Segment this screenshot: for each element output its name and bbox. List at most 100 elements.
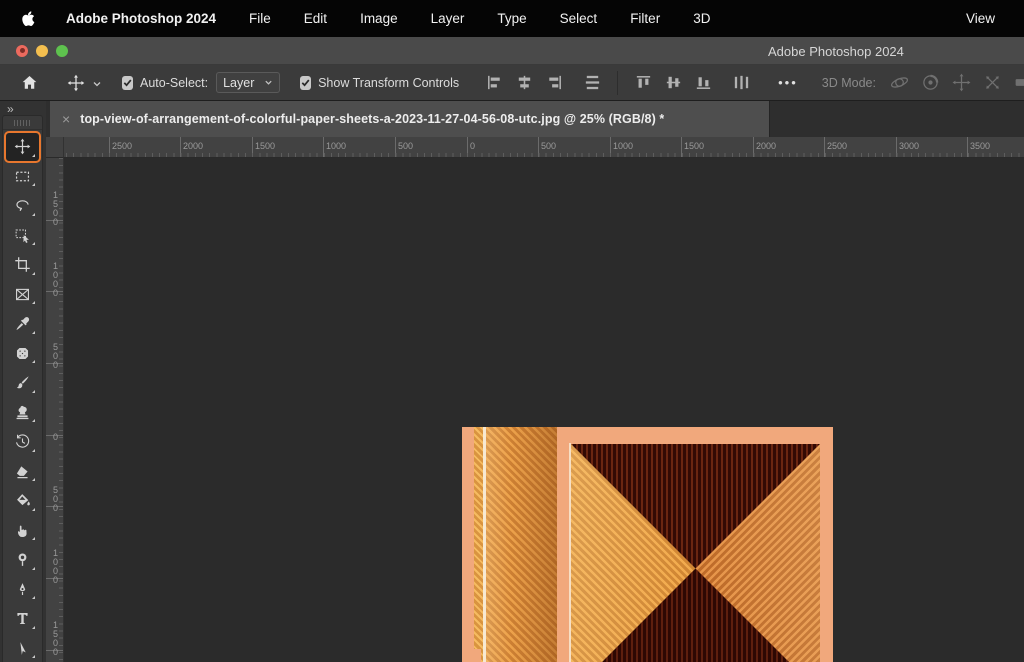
ruler-major-tick [180,137,181,157]
tool-panel-grip[interactable] [3,116,42,130]
tab-close-icon[interactable]: × [62,112,70,126]
ruler-label: 2000 [183,141,203,151]
menu-items-right: View [933,11,1024,26]
vertical-ruler[interactable]: 2 0 0 01 5 0 01 0 0 05 0 005 0 01 0 0 01… [46,158,64,662]
ruler-major-tick [109,137,110,157]
move-tool[interactable] [5,132,40,162]
more-options-button[interactable]: ••• [778,75,798,90]
menu-item-3d[interactable]: 3D [693,11,710,26]
3d-orbit-icon [887,72,911,94]
pen-tool[interactable] [5,575,40,605]
type-tool[interactable] [5,604,40,634]
3d-dolly-icon [1011,72,1024,94]
ruler-label: 500 [541,141,556,151]
ruler-label: 5 0 0 [51,343,60,370]
menu-app-title[interactable]: Adobe Photoshop 2024 [66,11,216,26]
distribute-horizontal-centers-icon[interactable] [730,73,752,93]
title-bar: Adobe Photoshop 2024 [0,37,1024,65]
brush-tool[interactable] [5,368,40,398]
canvas-area[interactable] [64,158,1024,662]
artwork-bottom-peach-strip [462,649,481,662]
ruler-label: 0 [51,433,60,442]
auto-select-dropdown[interactable]: Layer [216,72,280,93]
crop-tool[interactable] [5,250,40,280]
ruler-label: 1000 [613,141,633,151]
auto-select-label: Auto-Select: [140,76,208,90]
show-transform-checkbox[interactable] [300,76,311,90]
apple-logo-icon[interactable] [21,10,36,28]
tool-column: » [0,101,46,662]
menu-item-filter[interactable]: Filter [630,11,660,26]
horizontal-ruler[interactable]: 2500200015001000500050010001500200025003… [64,137,1024,158]
window-title: Adobe Photoshop 2024 [768,37,904,65]
menu-item-type[interactable]: Type [497,11,526,26]
menu-item-view[interactable]: View [966,11,995,26]
tools-list [3,130,42,662]
smudge-tool[interactable] [5,516,40,546]
3d-pan-icon [949,72,973,94]
eyedropper-tool[interactable] [5,309,40,339]
ruler-label: 1 0 0 0 [51,549,60,585]
ruler-major-tick [395,137,396,157]
auto-select-checkbox[interactable] [122,76,133,90]
menu-item-file[interactable]: File [249,11,271,26]
zoom-window-button[interactable] [56,45,68,57]
toolbar-collapse-control[interactable]: » [7,102,12,116]
auto-select-value: Layer [223,76,254,90]
lasso-tool[interactable] [5,191,40,221]
show-transform-label: Show Transform Controls [318,76,459,90]
paint-bucket-tool[interactable] [5,486,40,516]
chevron-down-icon [264,78,273,87]
align-horizontal-centers-icon[interactable] [513,73,535,93]
ruler-major-tick [896,137,897,157]
ruler-corner [46,137,64,158]
ruler-major-tick [610,137,611,157]
ruler-label: 1000 [326,141,346,151]
document-tab-bar: × top-view-of-arrangement-of-colorful-pa… [46,101,1024,137]
marquee-tool[interactable] [5,162,40,192]
ruler-major-tick [467,137,468,157]
menu-item-image[interactable]: Image [360,11,398,26]
align-bottom-edges-icon[interactable] [692,73,714,93]
spot-healing-tool[interactable] [5,339,40,369]
minimize-window-button[interactable] [36,45,48,57]
ruler-label: 3500 [970,141,990,151]
distribute-vertical-centers-icon[interactable] [581,73,603,93]
document-tab[interactable]: × top-view-of-arrangement-of-colorful-pa… [50,101,770,137]
artwork-left-peach-strip [462,427,474,662]
dodge-tool[interactable] [5,545,40,575]
align-top-edges-icon[interactable] [632,73,654,93]
menu-item-edit[interactable]: Edit [304,11,327,26]
align-left-edges-icon[interactable] [483,73,505,93]
ruler-major-tick [753,137,754,157]
object-selection-tool[interactable] [5,221,40,251]
ruler-label: 1 5 0 0 [51,191,60,227]
macos-menu-bar: Adobe Photoshop 2024 File Edit Image Layer T… [0,0,1024,37]
home-icon[interactable] [20,73,39,92]
move-tool-options-icon[interactable] [67,74,85,92]
history-brush-tool[interactable] [5,427,40,457]
chevron-down-icon[interactable] [92,78,102,88]
ruler-major-tick [252,137,253,157]
ruler-major-tick [323,137,324,157]
photoshop-window: Adobe Photoshop 2024 File Edit Image Layer T… [0,0,1024,662]
clone-stamp-tool[interactable] [5,398,40,428]
close-window-button[interactable] [16,45,28,57]
eraser-tool[interactable] [5,457,40,487]
document-image[interactable] [462,427,833,662]
ruler-major-tick [824,137,825,157]
frame-tool[interactable] [5,280,40,310]
align-vertical-centers-icon[interactable] [662,73,684,93]
ruler-label: 1500 [255,141,275,151]
3d-mode-icons-group [884,72,1024,94]
menu-item-layer[interactable]: Layer [431,11,465,26]
options-bar: Auto-Select: Layer Show Transform Contro… [0,65,1024,101]
artwork-square-sheet [557,427,833,662]
ruler-label: 2500 [112,141,132,151]
ruler-major-tick [681,137,682,157]
path-selection-tool[interactable] [5,634,40,662]
align-right-edges-icon[interactable] [543,73,565,93]
menu-item-select[interactable]: Select [560,11,598,26]
artwork-orange-stripe-band [486,427,558,662]
tab-filename: top-view-of-arrangement-of-colorful-pape… [80,112,664,126]
